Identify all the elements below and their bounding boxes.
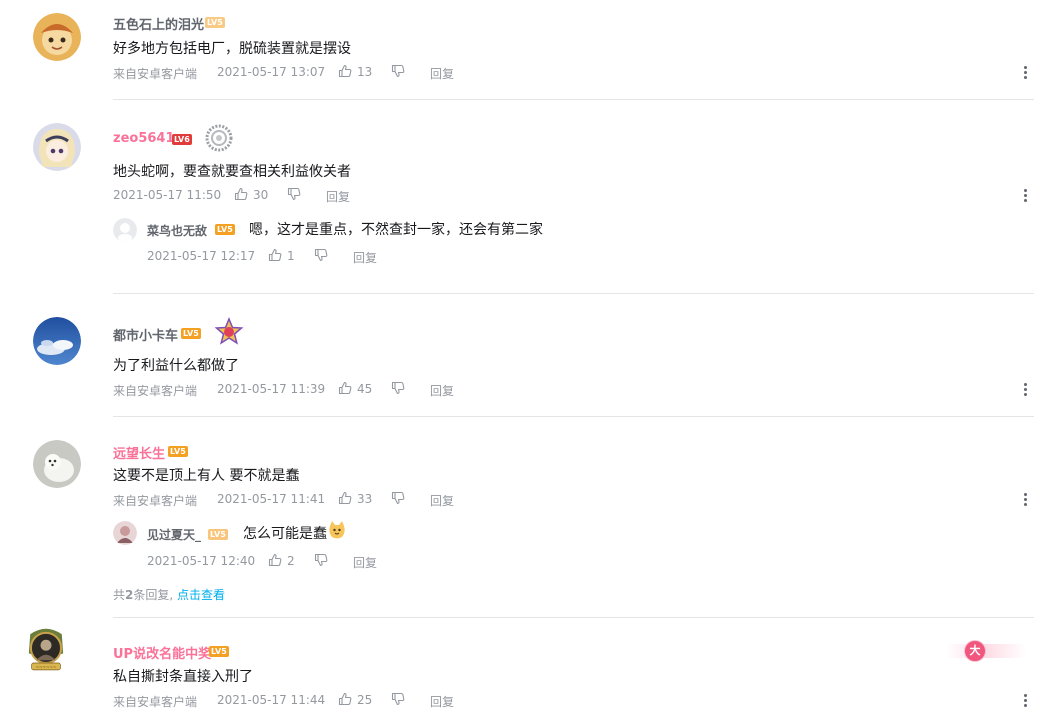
level-badge: LV6 [172,134,192,145]
fan-medal-icon [205,124,233,152]
avatar[interactable] [33,317,81,365]
decoration-card: 大 [946,638,1026,664]
more-vertical-icon[interactable] [1024,189,1028,203]
avatar[interactable] [33,123,81,171]
reply-summary-prefix: 共 [113,588,126,602]
thumb-up-icon[interactable] [268,553,282,567]
divider [113,617,1034,618]
sub-reply-username[interactable]: 菜鸟也无敌 [147,222,207,239]
level-badge: LV5 [168,446,188,457]
like-count: 25 [357,693,373,707]
username[interactable]: 都市小卡车 [113,325,178,344]
reply-button[interactable]: 回复 [353,249,377,266]
like-count: 2 [287,554,295,568]
source-label: 来自安卓客户端 [113,695,198,709]
source-label: 来自安卓客户端 [113,494,198,508]
level-badge: LV5 [205,17,225,28]
timestamp: 2021-05-17 13:07 [217,65,326,79]
timestamp: 2021-05-17 11:41 [217,492,326,506]
sub-reply-text: 怎么可能是蠢 [243,526,327,542]
timestamp: 2021-05-17 12:40 [147,554,256,568]
thumb-down-icon[interactable] [391,64,405,78]
thumb-down-icon[interactable] [287,187,301,201]
username[interactable]: 远望长生 [113,443,165,462]
reply-summary-suffix: 条回复, [133,588,174,602]
more-vertical-icon[interactable] [1024,493,1028,507]
sub-reply-text: 嗯，这才是重点，不然查封一家，还会有第二家 [249,222,543,238]
username[interactable]: 五色石上的泪光 [113,14,204,33]
thumb-down-icon[interactable] [314,553,328,567]
timestamp: 2021-05-17 12:17 [147,249,256,263]
username[interactable]: UP说改名能中奖 [113,643,211,662]
timestamp: 2021-05-17 11:50 [113,188,222,202]
reply-button[interactable]: 回复 [430,693,454,710]
thumb-up-icon[interactable] [338,64,352,78]
like-count: 45 [357,382,373,396]
reply-button[interactable]: 回复 [326,188,350,205]
thumb-up-icon[interactable] [338,381,352,395]
comment-text: 地头蛇啊，要查就要查相关利益攸关者 [113,164,351,180]
avatar[interactable] [33,440,81,488]
reply-button[interactable]: 回复 [430,65,454,82]
divider [113,99,1034,100]
comment-text: 好多地方包括电厂，脱硫装置就是摆设 [113,41,351,57]
thumb-down-icon[interactable] [314,248,328,262]
thumb-down-icon[interactable] [391,491,405,505]
level-badge: LV5 [209,646,229,657]
like-count: 33 [357,492,373,506]
timestamp: 2021-05-17 11:39 [217,382,326,396]
reply-button[interactable]: 回复 [353,554,377,571]
more-vertical-icon[interactable] [1024,383,1028,397]
timestamp: 2021-05-17 11:44 [217,693,326,707]
reply-button[interactable]: 回复 [430,492,454,509]
sub-reply-avatar[interactable] [113,521,137,545]
thumb-down-icon[interactable] [391,692,405,706]
source-label: 来自安卓客户端 [113,384,198,398]
thumb-up-icon[interactable] [268,248,282,262]
thumb-down-icon[interactable] [391,381,405,395]
svg-text:~~~~~~: ~~~~~~ [36,665,57,670]
reply-summary: 共2条回复, 点击查看 [113,586,225,603]
avatar[interactable] [33,13,81,61]
thumb-up-icon[interactable] [234,187,248,201]
reply-button[interactable]: 回复 [430,382,454,399]
like-count: 13 [357,65,373,79]
avatar[interactable]: ~~~~~~ [22,626,80,696]
thumb-up-icon[interactable] [338,491,352,505]
more-vertical-icon[interactable] [1024,66,1028,80]
comment-text: 私自撕封条直接入刑了 [113,669,253,685]
sub-reply-avatar[interactable] [113,218,137,242]
like-count: 30 [253,188,269,202]
divider [113,293,1034,294]
level-badge: LV5 [181,328,201,339]
level-badge: LV5 [208,529,228,540]
emoji-icon [327,520,347,540]
view-replies-link[interactable]: 点击查看 [177,588,225,602]
like-count: 1 [287,249,295,263]
thumb-up-icon[interactable] [338,692,352,706]
decoration-icon: 大 [964,640,986,662]
star-badge-icon [214,317,244,347]
username[interactable]: zeo5641 [113,131,175,146]
sub-reply-username[interactable]: 见过夏天_ [147,526,201,543]
divider [113,416,1034,417]
comment-text: 这要不是顶上有人 要不就是蠢 [113,468,300,484]
more-vertical-icon[interactable] [1024,694,1028,708]
level-badge: LV5 [215,224,235,235]
comment-text: 为了利益什么都做了 [113,358,239,374]
source-label: 来自安卓客户端 [113,67,198,81]
